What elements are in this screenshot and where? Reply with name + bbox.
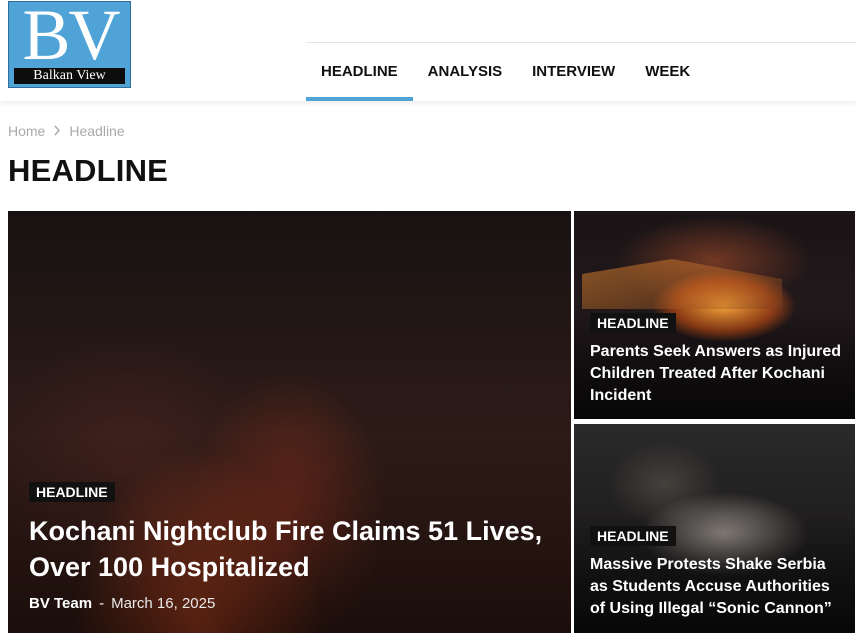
featured-article-content: HEADLINE Kochani Nightclub Fire Claims 5…: [29, 482, 555, 612]
breadcrumb-home-link[interactable]: Home: [8, 123, 45, 139]
breadcrumb: Home Headline: [8, 123, 125, 139]
article-meta: BV Team - March 16, 2025: [29, 595, 555, 612]
chevron-right-icon: [53, 124, 61, 139]
category-badge[interactable]: HEADLINE: [29, 482, 115, 502]
featured-article-title[interactable]: Kochani Nightclub Fire Claims 51 Lives, …: [29, 513, 555, 585]
main-nav: HEADLINE ANALYSIS INTERVIEW WEEK: [306, 42, 856, 101]
site-logo[interactable]: BV Balkan View: [8, 1, 131, 88]
article-author[interactable]: BV Team: [29, 595, 92, 612]
site-header: BV Balkan View HEADLINE ANALYSIS INTERVI…: [0, 0, 856, 101]
nav-item-headline[interactable]: HEADLINE: [306, 43, 413, 101]
side-article-card[interactable]: HEADLINE Massive Protests Shake Serbia a…: [574, 424, 855, 633]
side-article-title[interactable]: Massive Protests Shake Serbia as Student…: [590, 554, 845, 620]
nav-item-week[interactable]: WEEK: [630, 43, 705, 100]
article-date: March 16, 2025: [111, 595, 216, 612]
nav-item-interview[interactable]: INTERVIEW: [517, 43, 630, 100]
side-article-content: HEADLINE Massive Protests Shake Serbia a…: [590, 526, 845, 620]
nav-item-analysis[interactable]: ANALYSIS: [413, 43, 517, 100]
category-badge[interactable]: HEADLINE: [590, 526, 676, 546]
logo-name: Balkan View: [14, 68, 125, 84]
logo-mark: BV: [22, 1, 120, 75]
page-title: HEADLINE: [8, 153, 169, 188]
side-article-content: HEADLINE Parents Seek Answers as Injured…: [590, 313, 845, 407]
breadcrumb-current: Headline: [69, 123, 125, 139]
featured-article-card[interactable]: HEADLINE Kochani Nightclub Fire Claims 5…: [8, 211, 571, 633]
side-article-card[interactable]: HEADLINE Parents Seek Answers as Injured…: [574, 211, 855, 419]
side-article-title[interactable]: Parents Seek Answers as Injured Children…: [590, 341, 845, 407]
meta-separator: -: [99, 595, 105, 612]
category-badge[interactable]: HEADLINE: [590, 313, 676, 333]
